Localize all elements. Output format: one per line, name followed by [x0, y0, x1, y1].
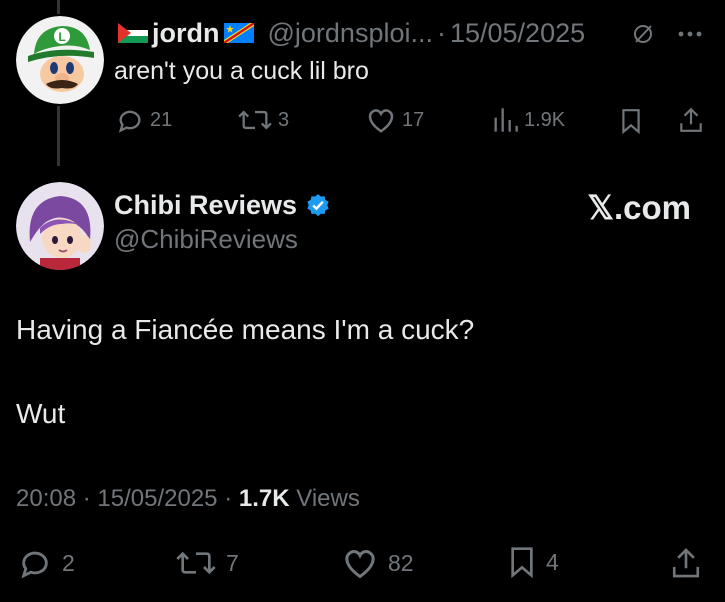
tweet-like-action[interactable]: 82	[342, 546, 414, 580]
svg-text:L: L	[58, 30, 65, 44]
reply-header: jordn @jordnsploi... · 15/05/2025	[114, 16, 585, 50]
main-author-handle[interactable]: @ChibiReviews	[114, 224, 298, 255]
meta-separator-2: ·	[224, 485, 233, 512]
tweet-bookmark-action[interactable]: 4	[508, 546, 559, 578]
thread-line-bottom	[57, 106, 60, 166]
reply-icon	[18, 546, 52, 580]
tweet-time[interactable]: 20:08	[16, 485, 76, 512]
reply-reply-action[interactable]: 21	[116, 106, 172, 134]
repost-icon	[238, 106, 272, 134]
reply-text: aren't you a cuck lil bro	[114, 57, 369, 85]
more-icon[interactable]	[677, 30, 703, 38]
reply-views-action[interactable]: 1.9K	[492, 106, 565, 134]
congo-flag-icon	[223, 23, 254, 43]
reply-author-handle[interactable]: @jordnsploi...	[268, 18, 433, 49]
tweet-reply-action[interactable]: 2	[18, 546, 75, 580]
tweet-date[interactable]: 15/05/2025	[97, 485, 217, 512]
reply-date[interactable]: 15/05/2025	[450, 18, 585, 49]
meta-separator-1: ·	[82, 485, 91, 512]
share-icon[interactable]	[678, 106, 704, 134]
grok-icon[interactable]	[631, 22, 655, 46]
like-icon	[342, 546, 378, 580]
reply-avatar[interactable]: L	[16, 16, 104, 104]
repost-icon	[176, 546, 216, 580]
tweet-bookmark-count: 4	[546, 548, 559, 575]
main-author-name[interactable]: Chibi Reviews	[114, 190, 297, 221]
tweet-reply-count: 2	[62, 549, 75, 576]
tweet-views-label: Views	[296, 485, 360, 512]
reply-reply-count: 21	[150, 108, 173, 131]
views-icon	[492, 106, 518, 134]
like-icon	[366, 106, 396, 134]
bookmark-icon	[508, 546, 536, 578]
verified-badge-icon	[305, 193, 331, 219]
tweet-repost-action[interactable]: 7	[176, 546, 239, 580]
reply-repost-action[interactable]: 3	[238, 106, 289, 134]
reply-repost-count: 3	[278, 108, 290, 131]
reply-like-count: 17	[402, 108, 425, 131]
x-brand-logo: 𝕏.com	[587, 189, 691, 226]
thread-line-top	[57, 0, 60, 14]
share-icon[interactable]	[670, 546, 702, 580]
reply-like-action[interactable]: 17	[366, 106, 424, 134]
reply-author-name[interactable]: jordn	[152, 18, 220, 49]
palestine-flag-icon	[118, 23, 148, 43]
bookmark-icon[interactable]	[620, 108, 642, 134]
tweet-text-line-1: Having a Fiancée means I'm a cuck?	[16, 314, 475, 345]
tweet-meta: 20:08 · 15/05/2025 · 1.7K Views	[16, 485, 360, 513]
tweet-like-count: 82	[388, 549, 414, 576]
reply-icon	[116, 106, 144, 134]
tweet-repost-count: 7	[226, 549, 239, 576]
reply-separator: ·	[436, 17, 446, 48]
tweet-text-line-2: Wut	[16, 398, 66, 429]
main-avatar[interactable]	[16, 182, 104, 270]
main-author-row: Chibi Reviews	[114, 190, 331, 221]
reply-views-count: 1.9K	[524, 108, 566, 131]
tweet-views-count: 1.7K	[238, 485, 290, 512]
